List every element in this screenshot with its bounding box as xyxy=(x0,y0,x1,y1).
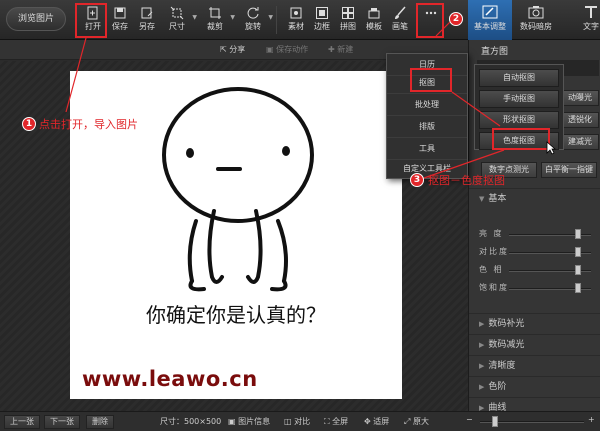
image-size-text: 尺寸：500×500 xyxy=(160,417,222,426)
fit-icon: ✥ xyxy=(364,417,371,426)
next-image-button[interactable]: 下一张 xyxy=(44,415,80,429)
delete-button[interactable]: 删除 xyxy=(86,415,114,429)
original-size-button[interactable]: ⤢ 原大 xyxy=(404,416,429,427)
step-3-badge: 3 xyxy=(410,173,424,187)
step-2-badge: 2 xyxy=(449,12,463,26)
fit-screen-button[interactable]: ✥ 适屏 xyxy=(364,416,389,427)
zoom-slider-knob[interactable] xyxy=(492,416,498,427)
bottom-bar: 上一张 下一张 删除 尺寸：500×500 ▣ 图片信息 ◫ 对比 ⛶ 全屏 ✥… xyxy=(0,411,600,431)
fullscreen-label: 全屏 xyxy=(332,417,349,426)
compare-label: 对比 xyxy=(294,417,311,426)
image-info-label: 图片信息 xyxy=(238,417,271,426)
original-size-icon: ⤢ xyxy=(404,417,411,426)
step-3-text: 抠图－色度抠图 xyxy=(428,174,505,187)
fit-label: 适屏 xyxy=(373,417,390,426)
step-1-badge: 1 xyxy=(22,117,36,131)
compare-icon: ◫ xyxy=(284,417,292,426)
zoom-in-icon[interactable]: + xyxy=(588,415,595,424)
fullscreen-button[interactable]: ⛶ 全屏 xyxy=(324,416,348,427)
zoom-out-icon[interactable]: − xyxy=(466,415,473,424)
annotation-arrows xyxy=(65,21,505,179)
original-label: 原大 xyxy=(412,417,429,426)
image-info-button[interactable]: ▣ 图片信息 xyxy=(228,416,270,427)
prev-image-button[interactable]: 上一张 xyxy=(4,415,40,429)
compare-button[interactable]: ◫ 对比 xyxy=(284,416,310,427)
info-icon: ▣ xyxy=(228,417,236,426)
step-1-text: 点击打开，导入图片 xyxy=(39,118,138,131)
fullscreen-icon: ⛶ xyxy=(324,417,330,426)
